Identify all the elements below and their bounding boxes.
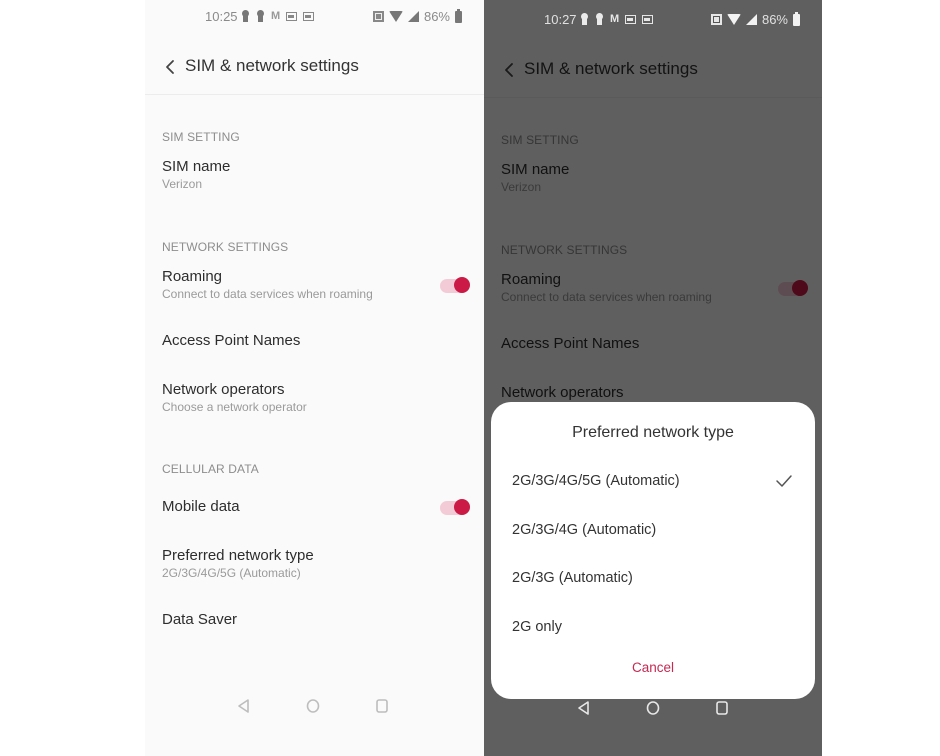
battery-percent: 86% bbox=[423, 9, 450, 24]
setting-network-operators[interactable]: Network operators Choose a network opera… bbox=[145, 381, 484, 423]
battery-icon bbox=[455, 8, 462, 23]
cell-signal-icon bbox=[407, 11, 419, 22]
gallery-notification-icon bbox=[625, 14, 637, 24]
nav-back-icon[interactable] bbox=[236, 698, 252, 714]
nav-recents-icon[interactable] bbox=[714, 700, 730, 716]
item-title: Roaming bbox=[162, 268, 223, 285]
nav-home-icon[interactable] bbox=[645, 700, 661, 716]
status-bar: 10:27 M 86% bbox=[484, 3, 822, 35]
item-title: Access Point Names bbox=[162, 332, 301, 349]
app-notification-icon bbox=[286, 11, 298, 21]
item-title: Preferred network type bbox=[162, 547, 314, 564]
gmail-icon: M bbox=[271, 10, 281, 22]
cell-signal-icon bbox=[745, 14, 757, 25]
gmail-icon: M bbox=[610, 13, 620, 25]
preferred-network-type-dialog: Preferred network type 2G/3G/4G/5G (Auto… bbox=[491, 402, 815, 699]
battery-icon bbox=[793, 11, 800, 26]
app-notification-icon bbox=[303, 11, 315, 21]
network-option[interactable]: 2G only bbox=[491, 605, 815, 651]
mobile-data-toggle[interactable] bbox=[440, 499, 470, 515]
status-time: 10:27 bbox=[544, 12, 577, 27]
item-title: SIM name bbox=[162, 158, 231, 175]
network-option[interactable]: 2G/3G (Automatic) bbox=[491, 556, 815, 602]
volte-icon bbox=[710, 14, 722, 25]
setting-roaming[interactable]: Roaming Connect to data services when ro… bbox=[145, 268, 484, 310]
setting-access-point-names[interactable]: Access Point Names bbox=[145, 332, 484, 362]
network-option[interactable]: 2G/3G/4G/5G (Automatic) bbox=[491, 459, 815, 505]
item-subtitle: Choose a network operator bbox=[162, 400, 307, 414]
battery-percent: 86% bbox=[761, 12, 788, 27]
system-icons: 86% bbox=[372, 8, 462, 24]
wifi-icon bbox=[726, 14, 741, 25]
section-header-sim: SIM SETTING bbox=[162, 130, 240, 144]
check-icon bbox=[776, 475, 792, 487]
setting-sim-name[interactable]: SIM name Verizon bbox=[145, 158, 484, 200]
navigation-bar bbox=[145, 698, 484, 756]
nav-home-icon[interactable] bbox=[305, 698, 321, 714]
item-title: Network operators bbox=[162, 381, 285, 398]
notification-icons: M bbox=[241, 10, 315, 22]
section-header-network: NETWORK SETTINGS bbox=[162, 240, 289, 254]
network-option[interactable]: 2G/3G/4G (Automatic) bbox=[491, 508, 815, 554]
toggle-thumb bbox=[454, 499, 470, 515]
keyhole-notification-icon bbox=[580, 13, 589, 25]
item-subtitle: Verizon bbox=[162, 177, 203, 191]
item-title: Mobile data bbox=[162, 498, 240, 515]
status-time: 10:25 bbox=[205, 9, 238, 24]
system-icons: 86% bbox=[710, 11, 800, 27]
option-label: 2G/3G/4G (Automatic) bbox=[512, 522, 657, 538]
setting-mobile-data[interactable]: Mobile data bbox=[145, 498, 484, 528]
keyhole-notification-icon bbox=[241, 10, 250, 22]
wifi-icon bbox=[388, 11, 403, 22]
navigation-bar bbox=[484, 700, 822, 756]
back-arrow-icon[interactable] bbox=[161, 57, 181, 77]
roaming-toggle[interactable] bbox=[440, 277, 470, 293]
option-label: 2G/3G (Automatic) bbox=[512, 570, 633, 586]
setting-preferred-network-type[interactable]: Preferred network type 2G/3G/4G/5G (Auto… bbox=[145, 547, 484, 589]
nav-recents-icon[interactable] bbox=[374, 698, 390, 714]
page-title: SIM & network settings bbox=[185, 56, 359, 75]
notification-icons: M bbox=[580, 13, 654, 25]
nav-back-icon[interactable] bbox=[576, 700, 592, 716]
section-header-cellular: CELLULAR DATA bbox=[162, 462, 259, 476]
cancel-button[interactable]: Cancel bbox=[491, 660, 815, 675]
setting-data-saver[interactable]: Data Saver bbox=[145, 611, 484, 641]
keyhole-notification-icon bbox=[595, 13, 604, 25]
dialog-title: Preferred network type bbox=[572, 424, 734, 441]
volte-icon bbox=[372, 11, 384, 22]
app-bar: SIM & network settings bbox=[145, 40, 484, 95]
item-subtitle: 2G/3G/4G/5G (Automatic) bbox=[162, 566, 301, 580]
phone-screen-dialog: SIM & network settings SIM SETTING SIM n… bbox=[484, 0, 822, 756]
status-bar: 10:25 M 86% bbox=[145, 0, 484, 32]
phone-screen-settings: 10:25 M 86% SIM & network settings SIM S… bbox=[145, 0, 484, 756]
toggle-thumb bbox=[454, 277, 470, 293]
option-label: 2G only bbox=[512, 619, 562, 635]
app-notification-icon bbox=[642, 14, 654, 24]
item-title: Data Saver bbox=[162, 611, 238, 628]
item-subtitle: Connect to data services when roaming bbox=[162, 287, 373, 301]
option-label: 2G/3G/4G/5G (Automatic) bbox=[512, 473, 680, 489]
keyhole-notification-icon bbox=[256, 10, 265, 22]
